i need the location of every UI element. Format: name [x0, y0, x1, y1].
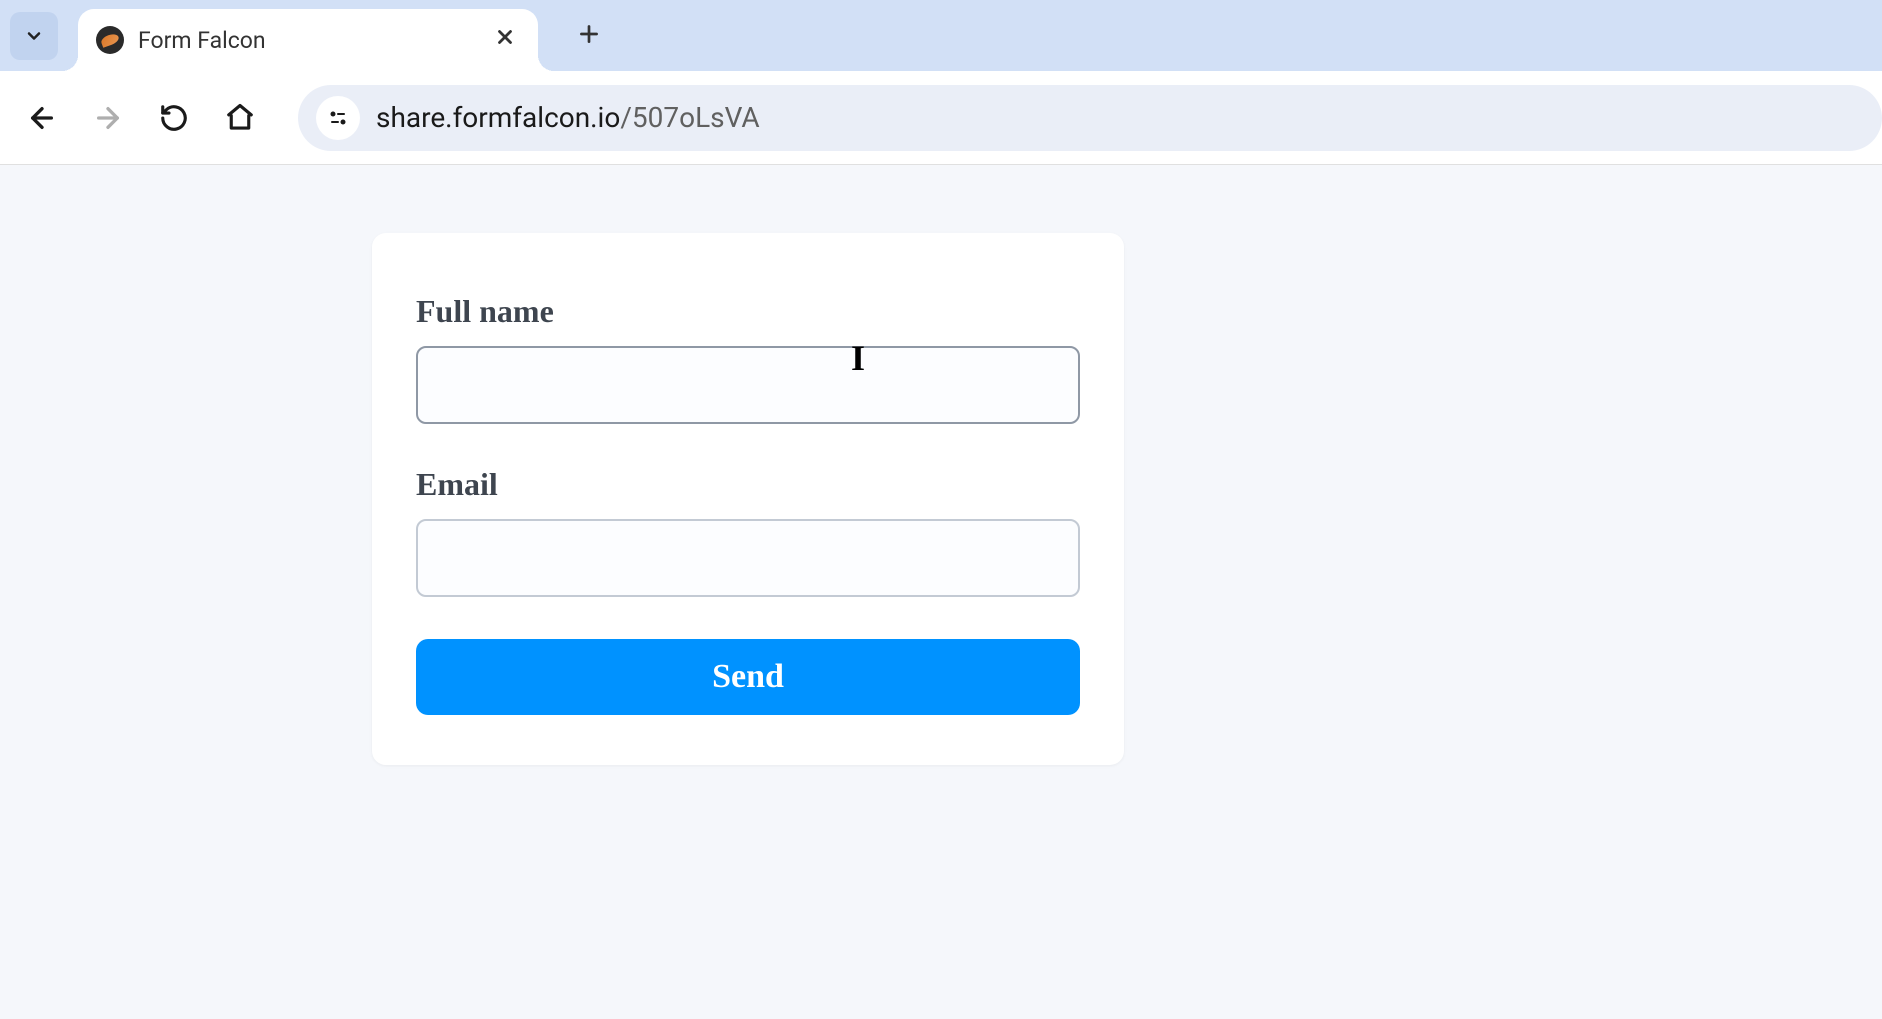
- url-path: /507oLsVA: [620, 101, 759, 134]
- address-bar[interactable]: share.formfalcon.io/507oLsVA: [298, 85, 1882, 151]
- browser-toolbar: share.formfalcon.io/507oLsVA: [0, 71, 1882, 165]
- reload-button[interactable]: [150, 94, 198, 142]
- email-label: Email: [416, 466, 1080, 503]
- site-info-button[interactable]: [316, 96, 360, 140]
- arrow-right-icon: [92, 102, 124, 134]
- close-icon: [494, 26, 516, 48]
- tab-favicon: [96, 26, 124, 54]
- fullname-input[interactable]: [416, 346, 1080, 424]
- forward-button[interactable]: [84, 94, 132, 142]
- email-input[interactable]: [416, 519, 1080, 597]
- plus-icon: [576, 21, 602, 47]
- home-button[interactable]: [216, 94, 264, 142]
- url-host: share.formfalcon.io: [376, 101, 620, 134]
- reload-icon: [159, 103, 189, 133]
- back-button[interactable]: [18, 94, 66, 142]
- close-tab-button[interactable]: [490, 21, 520, 59]
- browser-tab-active[interactable]: Form Falcon: [78, 9, 538, 71]
- chevron-down-icon: [24, 26, 44, 46]
- home-icon: [225, 103, 255, 133]
- form-card: Full name Email Send I: [372, 233, 1124, 765]
- arrow-left-icon: [26, 102, 58, 134]
- tabs-dropdown-button[interactable]: [10, 12, 58, 60]
- url-display: share.formfalcon.io/507oLsVA: [376, 101, 760, 134]
- browser-tab-strip: Form Falcon: [0, 0, 1882, 71]
- new-tab-button[interactable]: [576, 17, 602, 55]
- tune-icon: [326, 106, 350, 130]
- send-button[interactable]: Send: [416, 639, 1080, 715]
- fullname-label: Full name: [416, 293, 1080, 330]
- tab-title: Form Falcon: [138, 27, 490, 54]
- page-content: Full name Email Send I: [0, 165, 1882, 765]
